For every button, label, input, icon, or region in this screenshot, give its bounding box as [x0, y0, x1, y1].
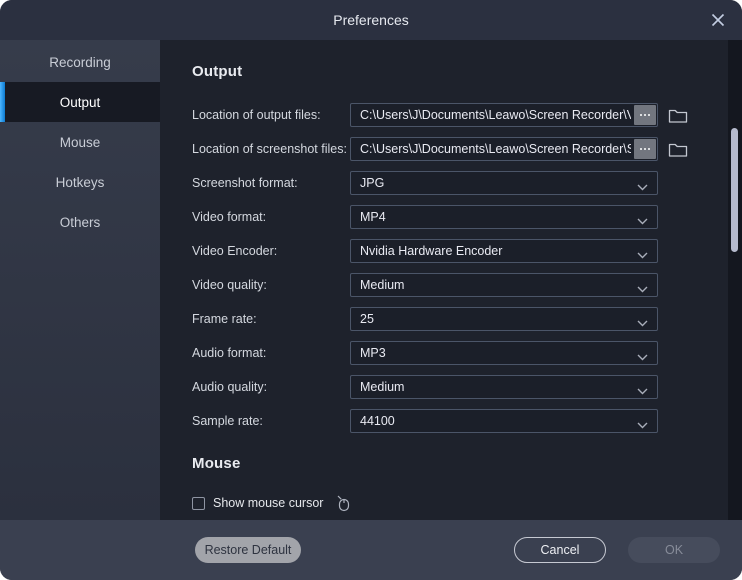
sidebar-item-label: Output	[60, 95, 101, 110]
sidebar-item-others[interactable]: Others	[0, 202, 160, 242]
chevron-down-icon	[637, 418, 648, 432]
titlebar: Preferences	[0, 0, 742, 40]
field-label: Video Encoder:	[192, 244, 350, 258]
field-value: C:\Users\J\Documents\Leawo\Screen Record…	[360, 142, 631, 156]
sidebar-item-hotkeys[interactable]: Hotkeys	[0, 162, 160, 202]
dialog-footer: Restore Default Cancel OK	[0, 520, 742, 580]
output-section-title: Output	[192, 64, 742, 80]
audio-format-dropdown[interactable]: MP3	[350, 341, 658, 365]
sidebar-item-label: Recording	[49, 55, 111, 70]
ellipsis-icon[interactable]	[634, 139, 656, 159]
settings-panel: Output Location of output files: C:\User…	[160, 40, 742, 520]
show-mouse-cursor-row: Show mouse cursor	[192, 493, 742, 513]
video-format-row: Video format: MP4	[192, 205, 742, 229]
chevron-down-icon	[637, 282, 648, 296]
mouse-icon	[335, 494, 351, 512]
checkbox-label: Show mouse cursor	[213, 496, 323, 510]
selected-accent-bar	[0, 82, 5, 122]
output-location-field[interactable]: C:\Users\J\Documents\Leawo\Screen Record…	[350, 103, 658, 127]
field-value: C:\Users\J\Documents\Leawo\Screen Record…	[360, 108, 631, 122]
field-label: Screenshot format:	[192, 176, 350, 190]
frame-rate-row: Frame rate: 25	[192, 307, 742, 331]
dropdown-value: 44100	[360, 414, 395, 428]
frame-rate-dropdown[interactable]: 25	[350, 307, 658, 331]
audio-quality-row: Audio quality: Medium	[192, 375, 742, 399]
field-label: Location of screenshot files:	[192, 142, 350, 156]
dropdown-value: 25	[360, 312, 374, 326]
audio-format-row: Audio format: MP3	[192, 341, 742, 365]
video-quality-row: Video quality: Medium	[192, 273, 742, 297]
dropdown-value: JPG	[360, 176, 384, 190]
chevron-down-icon	[637, 384, 648, 398]
cancel-button[interactable]: Cancel	[514, 537, 606, 563]
dropdown-value: Nvidia Hardware Encoder	[360, 244, 502, 258]
folder-icon[interactable]	[668, 141, 688, 158]
field-label: Video quality:	[192, 278, 350, 292]
restore-default-button[interactable]: Restore Default	[195, 537, 301, 563]
sidebar: Recording Output Mouse Hotkeys Others	[0, 40, 160, 520]
video-encoder-dropdown[interactable]: Nvidia Hardware Encoder	[350, 239, 658, 263]
screenshot-location-field[interactable]: C:\Users\J\Documents\Leawo\Screen Record…	[350, 137, 658, 161]
folder-icon[interactable]	[668, 107, 688, 124]
chevron-down-icon	[637, 180, 648, 194]
field-label: Audio format:	[192, 346, 350, 360]
chevron-down-icon	[637, 316, 648, 330]
footer-action-buttons: Cancel OK	[514, 537, 720, 563]
screenshot-format-dropdown[interactable]: JPG	[350, 171, 658, 195]
video-encoder-row: Video Encoder: Nvidia Hardware Encoder	[192, 239, 742, 263]
dropdown-value: Medium	[360, 278, 404, 292]
mouse-section-title: Mouse	[192, 456, 742, 472]
video-format-dropdown[interactable]: MP4	[350, 205, 658, 229]
field-label: Video format:	[192, 210, 350, 224]
sidebar-item-recording[interactable]: Recording	[0, 42, 160, 82]
audio-quality-dropdown[interactable]: Medium	[350, 375, 658, 399]
ok-button[interactable]: OK	[628, 537, 720, 563]
output-rows: Location of output files: C:\Users\J\Doc…	[192, 103, 742, 433]
chevron-down-icon	[637, 214, 648, 228]
video-quality-dropdown[interactable]: Medium	[350, 273, 658, 297]
field-label: Sample rate:	[192, 414, 350, 428]
dropdown-value: Medium	[360, 380, 404, 394]
sidebar-item-label: Others	[60, 215, 101, 230]
chevron-down-icon	[637, 248, 648, 262]
sample-rate-row: Sample rate: 44100	[192, 409, 742, 433]
sidebar-item-output[interactable]: Output	[0, 82, 160, 122]
field-label: Frame rate:	[192, 312, 350, 326]
output-location-row: Location of output files: C:\Users\J\Doc…	[192, 103, 742, 127]
field-label: Audio quality:	[192, 380, 350, 394]
scrollbar-thumb[interactable]	[731, 128, 738, 252]
screenshot-format-row: Screenshot format: JPG	[192, 171, 742, 195]
window-title: Preferences	[333, 12, 408, 28]
sample-rate-dropdown[interactable]: 44100	[350, 409, 658, 433]
close-icon[interactable]	[708, 10, 728, 30]
chevron-down-icon	[637, 350, 648, 364]
dialog-body: Recording Output Mouse Hotkeys Others Ou…	[0, 40, 742, 520]
screenshot-location-row: Location of screenshot files: C:\Users\J…	[192, 137, 742, 161]
field-label: Location of output files:	[192, 108, 350, 122]
preferences-window: Preferences Recording Output Mouse Hotke…	[0, 0, 742, 580]
sidebar-item-label: Mouse	[60, 135, 101, 150]
dropdown-value: MP3	[360, 346, 386, 360]
dropdown-value: MP4	[360, 210, 386, 224]
sidebar-item-mouse[interactable]: Mouse	[0, 122, 160, 162]
sidebar-item-label: Hotkeys	[56, 175, 105, 190]
scrollbar-track[interactable]	[728, 40, 742, 520]
ellipsis-icon[interactable]	[634, 105, 656, 125]
show-mouse-cursor-checkbox[interactable]	[192, 497, 205, 510]
